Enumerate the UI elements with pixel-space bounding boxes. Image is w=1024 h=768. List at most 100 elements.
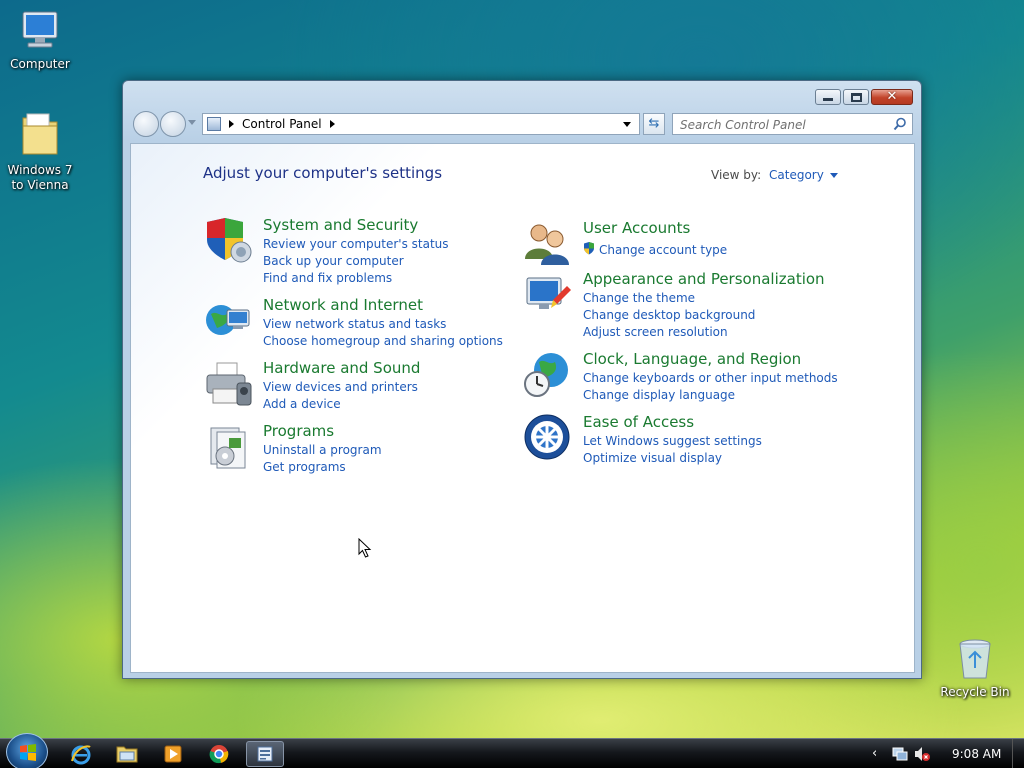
uac-shield-icon: [584, 242, 594, 255]
task-link[interactable]: Choose homegroup and sharing options: [263, 334, 503, 348]
forward-button[interactable]: [160, 111, 186, 137]
control-panel-icon: [257, 746, 273, 762]
taskbar-windows-explorer[interactable]: [108, 741, 146, 767]
desktop-icon-recycle-bin[interactable]: Recycle Bin: [935, 636, 1015, 700]
search-icon[interactable]: [893, 117, 907, 131]
content-pane: Adjust your computer's settings View by:…: [130, 143, 915, 673]
media-player-icon: [164, 745, 182, 763]
task-link[interactable]: Change account type: [599, 243, 727, 257]
mouse-cursor-icon: [358, 538, 372, 558]
back-button[interactable]: [133, 111, 159, 137]
close-button[interactable]: ✕: [871, 89, 913, 105]
address-bar[interactable]: Control Panel: [202, 113, 640, 135]
taskbar-chrome[interactable]: [200, 741, 238, 767]
category-title[interactable]: Appearance and Personalization: [583, 270, 825, 288]
maximize-button[interactable]: [843, 89, 869, 105]
breadcrumb-chevron-icon[interactable]: [229, 120, 234, 128]
internet-explorer-icon: [71, 745, 91, 765]
users-icon: [525, 224, 569, 265]
printer-icon: [206, 362, 252, 406]
folder-icon: [22, 113, 58, 155]
minimize-icon: [823, 98, 833, 101]
category-programs: Programs Uninstall a program Get program…: [203, 422, 503, 476]
control-panel-icon: [207, 117, 221, 131]
notification-area: ‹ 9:08 AM: [864, 739, 1024, 768]
category-network-internet: Network and Internet View network status…: [203, 296, 523, 350]
close-icon: ✕: [886, 89, 898, 104]
address-dropdown-icon[interactable]: [623, 121, 631, 127]
task-link[interactable]: View devices and printers: [263, 380, 418, 394]
category-title[interactable]: Network and Internet: [263, 296, 423, 314]
category-title[interactable]: Ease of Access: [583, 413, 694, 431]
category-title[interactable]: Programs: [263, 422, 334, 440]
navigation-bar: Control Panel ⇆: [131, 111, 913, 137]
explorer-folder-icon: [116, 746, 138, 763]
task-link[interactable]: Adjust screen resolution: [583, 325, 728, 339]
clock-globe-icon: [524, 353, 568, 397]
search-input[interactable]: [673, 115, 883, 135]
view-by-dropdown[interactable]: Category: [769, 168, 838, 182]
view-by-value: Category: [769, 168, 824, 182]
view-by-label: View by:: [711, 168, 762, 182]
category-title[interactable]: Hardware and Sound: [263, 359, 420, 377]
recycle-bin-icon: [959, 639, 991, 679]
breadcrumb-control-panel[interactable]: Control Panel: [242, 117, 322, 131]
programs-icon: [210, 427, 246, 469]
task-link[interactable]: Optimize visual display: [583, 451, 722, 465]
network-icon[interactable]: [892, 746, 908, 762]
task-link[interactable]: Add a device: [263, 397, 341, 411]
page-title: Adjust your computer's settings: [203, 164, 443, 182]
desktop-icon-label: Windows 7 to Vienna: [7, 163, 73, 192]
task-link[interactable]: Let Windows suggest settings: [583, 434, 762, 448]
category-user-accounts: User Accounts Change account type: [523, 219, 823, 265]
taskbar-media-player[interactable]: [154, 741, 192, 767]
volume-muted-icon[interactable]: [914, 746, 930, 762]
computer-icon: [22, 11, 58, 48]
network-globe-icon: [206, 305, 250, 335]
category-title[interactable]: System and Security: [263, 216, 418, 234]
maximize-icon: [850, 92, 862, 102]
category-title[interactable]: Clock, Language, and Region: [583, 350, 801, 368]
chrome-icon: [209, 745, 229, 764]
task-link[interactable]: Change display language: [583, 388, 735, 402]
category-ease-of-access: Ease of Access Let Windows suggest setti…: [523, 413, 823, 467]
desktop-icon-label: Computer: [10, 57, 70, 71]
desktop-icon-folder[interactable]: Windows 7 to Vienna: [0, 110, 80, 193]
task-link[interactable]: Change the theme: [583, 291, 695, 305]
show-desktop-button[interactable]: [1012, 739, 1024, 768]
desktop-icon-computer[interactable]: Computer: [0, 8, 80, 72]
desktop-icon-label: Recycle Bin: [940, 685, 1010, 699]
task-link[interactable]: Find and fix problems: [263, 271, 392, 285]
task-link[interactable]: Change keyboards or other input methods: [583, 371, 838, 385]
task-link[interactable]: Get programs: [263, 460, 346, 474]
control-panel-window: ✕ Control Panel ⇆ Adjust your computer's…: [122, 80, 922, 679]
shield-icon: [207, 218, 252, 263]
task-link[interactable]: Review your computer's status: [263, 237, 449, 251]
task-link[interactable]: Back up your computer: [263, 254, 404, 268]
window-controls: ✕: [815, 89, 913, 105]
category-title[interactable]: User Accounts: [583, 219, 690, 237]
refresh-button[interactable]: ⇆: [643, 113, 665, 135]
taskbar-internet-explorer[interactable]: [62, 741, 100, 767]
recent-pages-dropdown-icon[interactable]: [188, 120, 196, 125]
taskbar: ‹ 9:08 AM: [0, 733, 1024, 768]
refresh-icon: ⇆: [648, 116, 660, 131]
monitor-paint-icon: [526, 277, 571, 309]
task-link[interactable]: Uninstall a program: [263, 443, 382, 457]
taskbar-control-panel[interactable]: [246, 741, 284, 767]
show-hidden-icons-icon[interactable]: ‹: [872, 746, 877, 761]
taskbar-clock[interactable]: 9:08 AM: [952, 747, 1001, 761]
category-clock-language-region: Clock, Language, and Region Change keybo…: [523, 350, 843, 404]
chevron-down-icon: [829, 172, 838, 178]
task-link[interactable]: View network status and tasks: [263, 317, 446, 331]
task-link[interactable]: Change desktop background: [583, 308, 755, 322]
search-box[interactable]: [672, 113, 913, 135]
category-appearance-personalization: Appearance and Personalization Change th…: [523, 270, 843, 340]
breadcrumb-chevron-icon[interactable]: [329, 120, 335, 128]
ease-of-access-icon: [524, 414, 570, 460]
minimize-button[interactable]: [815, 89, 841, 105]
category-system-security: System and Security Review your computer…: [203, 216, 503, 286]
start-button[interactable]: [6, 733, 48, 768]
category-hardware-sound: Hardware and Sound View devices and prin…: [203, 359, 503, 413]
windows-logo-icon: [20, 744, 36, 761]
